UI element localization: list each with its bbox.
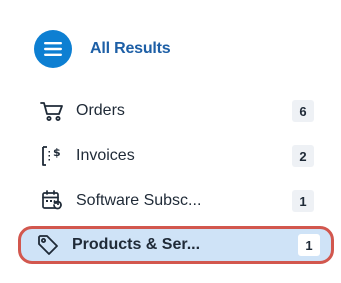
cart-icon: [40, 99, 64, 123]
nav-item-label: Products & Ser...: [72, 236, 201, 253]
all-results-title: All Results: [90, 40, 171, 57]
tag-icon: [36, 233, 60, 257]
count-badge: 6: [292, 100, 314, 122]
nav-item-invoices[interactable]: $ Invoices 2: [34, 138, 318, 174]
results-nav-panel: All Results Orders 6 $ Invoices 2 Softwa…: [0, 0, 341, 283]
all-results-header[interactable]: All Results: [34, 30, 171, 68]
invoice-icon: $: [40, 144, 64, 168]
svg-text:$: $: [53, 146, 61, 159]
nav-item-software-subscriptions[interactable]: Software Subsc... 1: [34, 183, 318, 219]
menu-icon[interactable]: [34, 30, 72, 68]
nav-item-label: Software Subsc...: [76, 192, 202, 209]
count-badge: 1: [292, 190, 314, 212]
nav-item-products-services[interactable]: Products & Ser... 1: [18, 226, 334, 264]
count-badge: 1: [298, 234, 320, 256]
nav-item-label: Orders: [76, 102, 125, 119]
count-badge: 2: [292, 145, 314, 167]
nav-item-label: Invoices: [76, 147, 135, 164]
subscription-icon: [40, 189, 64, 213]
nav-item-orders[interactable]: Orders 6: [34, 93, 318, 129]
